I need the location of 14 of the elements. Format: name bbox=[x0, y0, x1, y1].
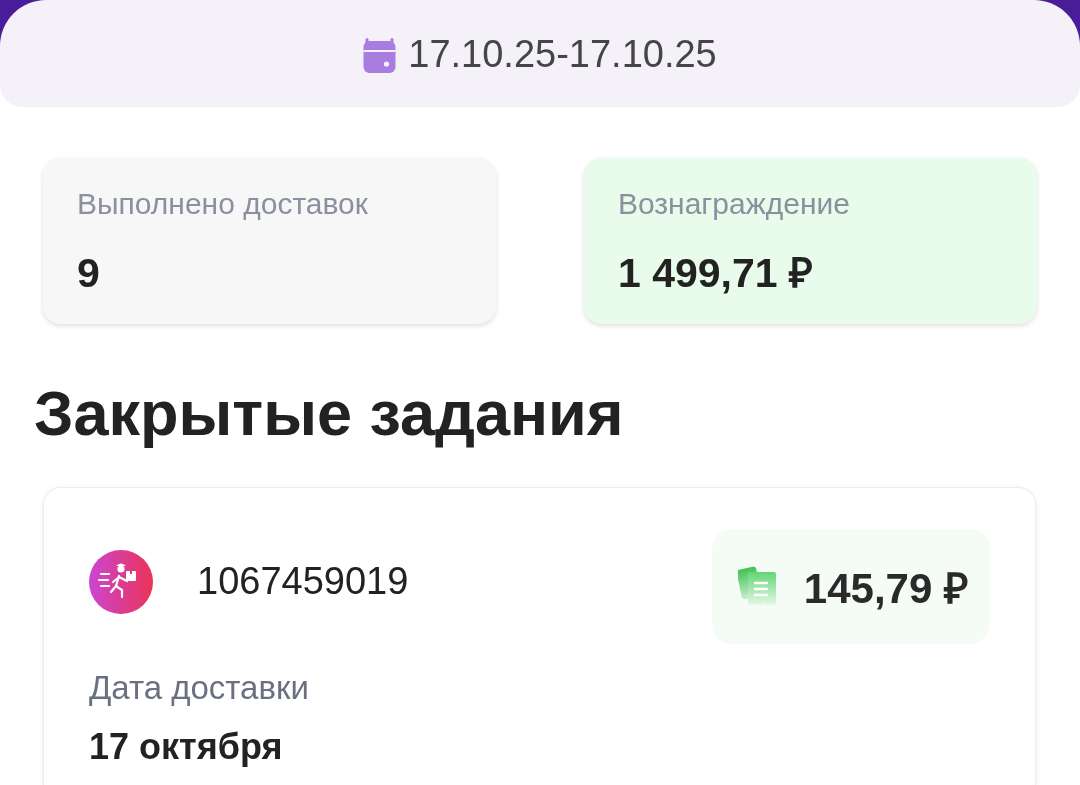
stat-label: Выполнено доставок bbox=[77, 186, 368, 222]
field-label: Дата доставки bbox=[89, 669, 309, 707]
field-value: 17 октября bbox=[89, 726, 283, 768]
stat-label: Вознаграждение bbox=[618, 186, 850, 222]
stat-value: 1 499,71 ₽ bbox=[618, 249, 813, 297]
date-range-button[interactable]: 17.10.25-17.10.25 bbox=[363, 33, 717, 76]
order-number: 1067459019 bbox=[197, 560, 409, 603]
stat-value: 9 bbox=[77, 249, 100, 297]
task-card[interactable]: 1067459019 145,79 ₽ Дата доставки 17 октября bbox=[43, 487, 1036, 785]
courier-icon bbox=[89, 549, 153, 614]
calendar-icon bbox=[363, 36, 397, 73]
receipt-icon bbox=[737, 565, 778, 608]
section-title: Закрытые задания bbox=[34, 377, 624, 449]
task-amount: 145,79 ₽ bbox=[803, 564, 968, 614]
